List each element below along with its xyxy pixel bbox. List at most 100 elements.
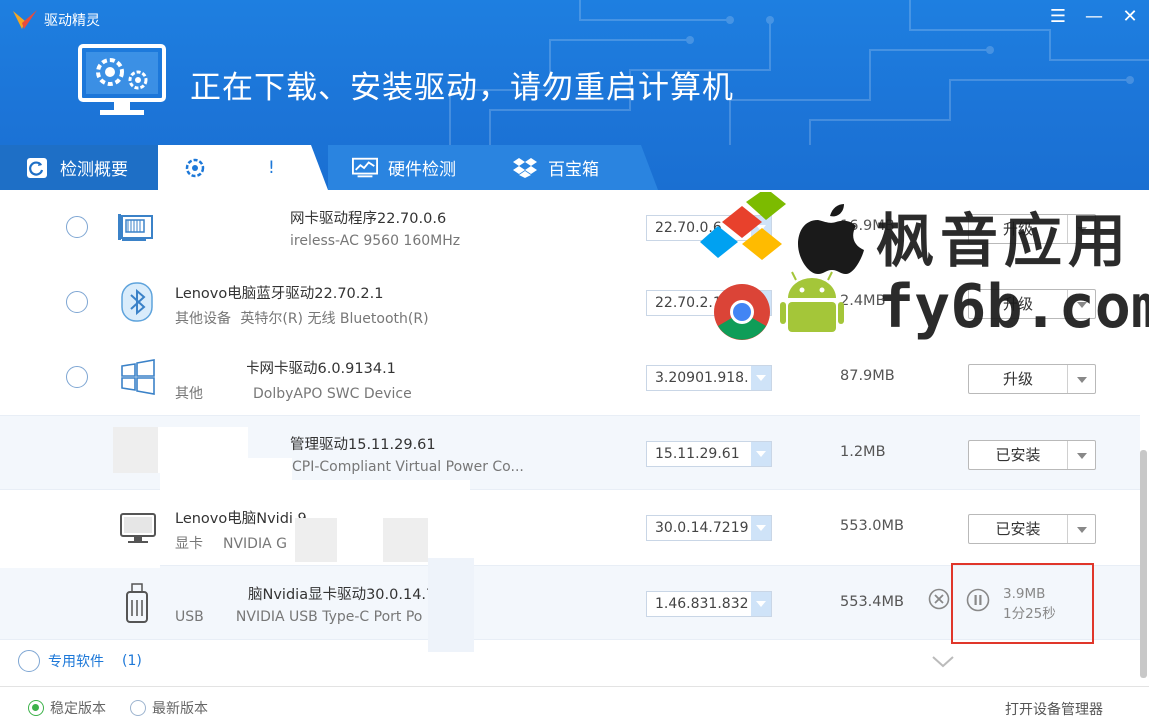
tab-bar: 检测概要 ! 硬件检测 百宝箱: [0, 145, 658, 190]
driver-category: 显卡: [175, 536, 203, 552]
watermark-domain-text: fy6b.com: [878, 272, 1149, 342]
tab-hardware-detection-label: 硬件检测: [388, 160, 456, 180]
version-select[interactable]: 30.0.14.7219: [646, 515, 772, 541]
gear-icon: [185, 158, 205, 177]
driver-name: 管理驱动15.11.29.61: [290, 437, 436, 453]
driver-size: 553.4MB: [840, 594, 904, 610]
latest-version-label: 最新版本: [152, 701, 208, 717]
tab-driver-management-label: !: [268, 157, 275, 178]
version-dropdown-icon: [751, 442, 771, 466]
driver-select-radio[interactable]: [66, 291, 88, 313]
menu-icon[interactable]: ☰: [1049, 8, 1067, 26]
chevron-down-icon[interactable]: [1067, 515, 1095, 543]
installed-button-label: 已安装: [995, 446, 1041, 464]
tab-overview[interactable]: 检测概要: [0, 145, 158, 190]
footer-bar: 稳定版本 最新版本 打开设备管理器: [0, 686, 1149, 726]
driver-info: 其他设备 英特尔(R) 无线 Bluetooth(R): [175, 308, 429, 328]
driver-name: 网卡驱动程序22.70.0.6: [290, 211, 447, 227]
stable-version-option[interactable]: 稳定版本: [28, 698, 106, 718]
chevron-down-icon[interactable]: [1067, 441, 1095, 469]
driver-select-radio[interactable]: [66, 366, 88, 388]
installed-button-label: 已安装: [995, 520, 1041, 538]
upgrade-button[interactable]: 升级: [968, 364, 1096, 394]
driver-device: ireless-AC 9560 160MHz: [290, 233, 461, 249]
scrollbar-thumb[interactable]: [1140, 450, 1147, 678]
version-select[interactable]: 22.70.0.6: [646, 215, 772, 241]
driver-device: CPI-Compliant Virtual Power Co...: [292, 459, 524, 475]
app-title-text: 驱动精灵: [44, 13, 100, 29]
tab-overview-label: 检测概要: [60, 160, 128, 180]
version-select[interactable]: 3.20901.918.: [646, 365, 772, 391]
latest-version-radio[interactable]: [130, 700, 146, 716]
privacy-mask: [428, 558, 474, 652]
installed-button[interactable]: 已安装: [968, 440, 1096, 470]
tab-hardware-detection[interactable]: 硬件检测: [328, 145, 488, 190]
monitor-chart-icon: [352, 157, 378, 177]
driver-size: 87.9MB: [840, 368, 895, 384]
privacy-mask: [0, 565, 160, 568]
close-icon[interactable]: ✕: [1121, 8, 1139, 26]
version-select[interactable]: 15.11.29.61: [646, 441, 772, 467]
privacy-mask: [160, 200, 290, 260]
open-device-manager-link[interactable]: 打开设备管理器: [1005, 699, 1103, 719]
special-software-label: 专用软件: [48, 654, 104, 670]
stable-version-radio[interactable]: [28, 700, 44, 716]
special-software[interactable]: 专用软件 (1): [18, 650, 142, 672]
driver-device: NVIDIA USB Type-C Port Po: [235, 609, 423, 625]
tab-driver-management[interactable]: !: [158, 145, 328, 190]
highlight-frame: [951, 563, 1094, 644]
dropbox-icon: [513, 157, 537, 178]
driver-category: 其他设备: [175, 311, 231, 327]
driver-device: NVIDIA G: [223, 536, 287, 552]
version-value: 15.11.29.61: [655, 446, 740, 462]
driver-name: Lenovo电脑Nvidi 9: [175, 511, 307, 527]
driver-row: 卡网卡驱动6.0.9134.1 其他 DolbyAPO SWC Device 3.…: [0, 340, 1140, 415]
driver-device: DolbyAPO SWC Device: [253, 386, 412, 402]
driver-info: 显卡 NVIDIA G: [175, 533, 287, 553]
window-controls: ☰ — ✕: [1049, 8, 1139, 26]
driver-device: 英特尔(R) 无线 Bluetooth(R): [240, 311, 429, 327]
network-card-icon: [118, 214, 153, 241]
special-software-radio[interactable]: [18, 650, 40, 672]
version-dropdown-icon: [751, 216, 771, 240]
driver-name: 卡网卡驱动6.0.9134.1: [245, 361, 396, 377]
chevron-down-icon[interactable]: [1067, 365, 1095, 393]
stable-version-label: 稳定版本: [50, 701, 106, 717]
app-logo-icon: [13, 10, 37, 29]
driver-category: USB: [175, 609, 204, 625]
latest-version-option[interactable]: 最新版本: [130, 698, 208, 718]
privacy-mask: [295, 518, 337, 562]
installed-button[interactable]: 已安装: [968, 514, 1096, 544]
version-value: 22.70.2.1: [655, 295, 722, 311]
special-software-count: (1): [122, 653, 142, 669]
privacy-mask: [113, 427, 158, 473]
refresh-icon: [27, 157, 47, 178]
version-select[interactable]: 1.46.831.832: [646, 591, 772, 617]
driver-select-radio[interactable]: [66, 216, 88, 238]
minimize-icon[interactable]: —: [1085, 8, 1103, 26]
bluetooth-icon: [121, 282, 153, 322]
driver-info: USB NVIDIA USB Type-C Port Po: [175, 609, 422, 625]
driver-size: 553.0MB: [840, 518, 904, 534]
tab-toolbox[interactable]: 百宝箱: [488, 145, 658, 190]
driver-name: Lenovo电脑蓝牙驱动22.70.2.1: [175, 286, 384, 302]
version-dropdown-icon: [751, 366, 771, 390]
privacy-mask: [205, 350, 247, 410]
version-select[interactable]: 22.70.2.1: [646, 290, 772, 316]
version-value: 22.70.0.6: [655, 220, 722, 236]
driver-size: 1.2MB: [840, 444, 886, 460]
version-dropdown-icon: [751, 516, 771, 540]
app-title: 驱动精灵: [12, 9, 100, 31]
tab-toolbox-label: 百宝箱: [548, 160, 599, 180]
privacy-mask: [383, 518, 428, 562]
watermark-chinese-text: 枫音应用: [876, 207, 1133, 275]
windows-icon: [121, 359, 155, 395]
version-dropdown-icon: [751, 291, 771, 315]
chevron-down-icon[interactable]: [930, 654, 956, 670]
privacy-mask: [160, 480, 470, 506]
cancel-download-icon[interactable]: [928, 588, 950, 610]
version-dropdown-icon: [751, 592, 771, 616]
usb-drive-icon: [126, 583, 148, 623]
version-value: 3.20901.918.: [655, 370, 749, 386]
gear-monitor-icon: [78, 44, 166, 115]
